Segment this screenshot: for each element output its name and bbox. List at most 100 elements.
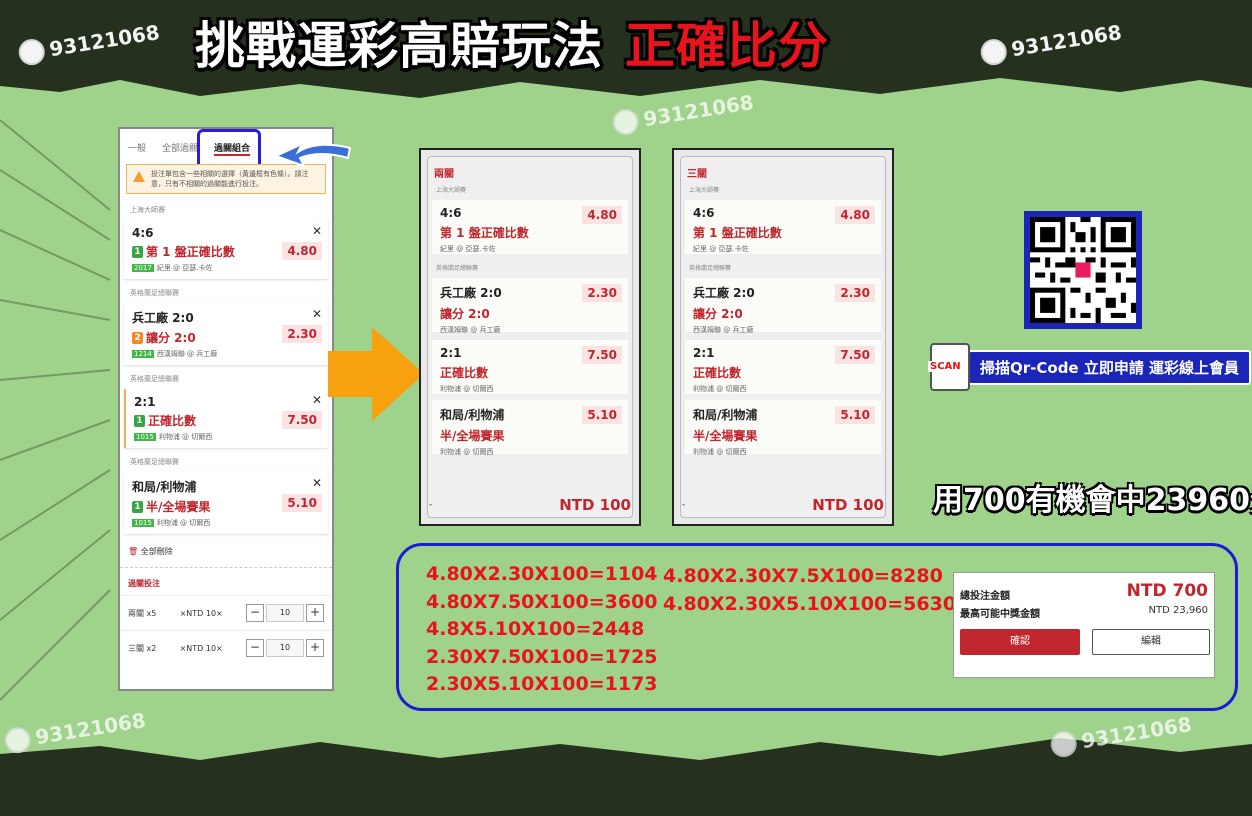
bet-selection: 和局/利物浦: [132, 480, 197, 494]
slip-total: NTD 100: [812, 496, 884, 514]
delete-all-button[interactable]: 🗑 全部刪除: [120, 540, 332, 563]
bet-odds: 5.10: [282, 494, 322, 512]
parlay-unit: ×NTD 10×: [179, 608, 223, 618]
parlay-row: 三關 x2 ×NTD 10× −10 +: [120, 630, 332, 665]
calc-line: 2.30X5.10X100=1173: [426, 673, 658, 695]
close-icon[interactable]: ✕: [312, 393, 322, 407]
minus-button[interactable]: −: [245, 639, 264, 657]
slip-odds: 5.10: [582, 406, 622, 424]
trash-icon: 🗑: [128, 547, 139, 556]
slip-body: 三關 上海大師賽 4:6 第 1 盤正確比數 紀里 @ 亞瑟.卡佐 4.80 英格蘭足…: [680, 156, 886, 518]
slip-odds: 5.10: [835, 406, 875, 424]
calc-line: 2.30X7.50X100=1725: [426, 645, 658, 668]
bet-market: 半/全場賽果: [146, 500, 211, 514]
quantity-input[interactable]: 10: [265, 604, 304, 622]
close-icon[interactable]: ✕: [312, 224, 322, 238]
qr-code[interactable]: [1024, 211, 1142, 329]
slip-odds: 4.80: [582, 206, 622, 224]
bet-number: 1: [132, 500, 143, 513]
slip-card: 4:6 第 1 盤正確比數 紀里 @ 亞瑟.卡佐 4.80: [432, 200, 628, 254]
max-win-value: NTD 23,960: [1148, 605, 1208, 616]
calc-line: 4.80X2.30X100=1104: [426, 563, 658, 585]
parlay-slip: 三關 上海大師賽 4:6 第 1 盤正確比數 紀里 @ 亞瑟.卡佐 4.80 英格蘭足…: [672, 148, 894, 526]
quantity-input[interactable]: 10: [265, 639, 304, 657]
slip-odds: 7.50: [835, 346, 875, 364]
bet-teams: 利物浦 @ 切爾西: [156, 519, 211, 527]
bet-odds: 7.50: [282, 411, 322, 429]
slip-card: 2:1 正確比數 利物浦 @ 切爾西 7.50: [685, 340, 881, 394]
bet-teams: 利物浦 @ 切爾西: [158, 433, 213, 441]
calc-line: 4.8X5.10X100=2448: [426, 618, 645, 640]
league-label: 英格蘭足總聯賽: [130, 375, 179, 383]
coin-icon: [16, 37, 47, 67]
coin-icon: [1048, 729, 1079, 759]
max-win-label: 最高可能中獎金額: [960, 609, 1040, 620]
slip-footer: - NTD 100: [429, 496, 631, 514]
tab-all-parlay[interactable]: 全部過關: [162, 141, 198, 156]
bet-teams: 西漢姆聯 @ 兵工廠: [156, 350, 218, 358]
title-main: 挑戰運彩高賠玩法: [195, 17, 603, 75]
bet-card: 2:1 ✕ 1 正確比數 7.50 1015 利物浦 @ 切爾西: [124, 389, 328, 448]
bet-market: 讓分 2:0: [146, 331, 196, 345]
divider: [120, 567, 332, 568]
slip-odds: 4.80: [835, 206, 875, 224]
slip-odds: 2.30: [835, 284, 875, 302]
coin-icon: [610, 107, 641, 137]
bet-market: 正確比數: [148, 414, 197, 428]
bet-card: 4:6 ✕ 1第 1 盤正確比數 4.80 2017 紀里 @ 亞瑟.卡佐: [124, 220, 328, 279]
parlay-unit: ×NTD 10×: [179, 643, 223, 653]
parlay-slip: 兩關 上海大師賽 4:6 第 1 盤正確比數 紀里 @ 亞瑟.卡佐 4.80 英格蘭足…: [419, 148, 641, 526]
bet-number: 1: [134, 414, 145, 427]
bet-number: 1: [132, 245, 143, 258]
slip-footer: - NTD 100: [682, 496, 884, 514]
close-icon[interactable]: ✕: [312, 476, 322, 490]
coin-icon: [2, 725, 33, 755]
win-headline: 用700有機會中23960元: [933, 483, 1252, 518]
qr-code-icon: [1030, 217, 1136, 323]
calc-list-left: 4.80X2.30X100=1104 4.80X7.50X100=3600 4.…: [426, 561, 658, 699]
calc-line: 4.80X7.50X100=3600: [426, 590, 658, 613]
slip-card: 兵工廠 2:0 讓分 2:0 西漢姆聯 @ 兵工廠 2.30: [432, 278, 628, 334]
parlay-section-title: 過關投注: [128, 579, 160, 588]
slip-odds: 2.30: [582, 284, 622, 302]
bet-card: 和局/利物浦 ✕ 1 半/全場賽果 5.10 1015 利物浦 @ 切爾西: [124, 472, 328, 534]
slip-card: 和局/利物浦 半/全場賽果 利物浦 @ 切爾西 5.10: [432, 400, 628, 456]
league-label: 上海大師賽: [689, 187, 720, 194]
calc-list-right: 4.80X2.30X7.5X100=8280 4.80X2.30X5.10X10…: [663, 563, 956, 618]
slip-card: 和局/利物浦 半/全場賽果 利物浦 @ 切爾西 5.10: [685, 400, 881, 456]
plus-button[interactable]: +: [305, 604, 324, 622]
league-label: 英格蘭足總聯賽: [130, 458, 179, 466]
slip-card: 4:6 第 1 盤正確比數 紀里 @ 亞瑟.卡佐 4.80: [685, 200, 881, 254]
bet-number: 2: [132, 331, 143, 344]
bet-selection: 4:6: [132, 226, 154, 240]
quantity-stepper: −10 +: [245, 639, 324, 657]
slip-card: 兵工廠 2:0 讓分 2:0 西漢姆聯 @ 兵工廠 2.30: [685, 278, 881, 334]
close-icon[interactable]: ✕: [312, 307, 322, 321]
league-label: 上海大師賽: [436, 187, 467, 194]
confirm-button[interactable]: 確認: [960, 629, 1080, 655]
phone-scan-icon: SCAN: [928, 343, 970, 391]
tab-single[interactable]: 一般: [128, 141, 146, 156]
quantity-stepper: −10 +: [245, 604, 324, 622]
calc-line: 4.80X2.30X7.5X100=8280: [663, 565, 943, 587]
league-label: 英格蘭足總聯賽: [689, 265, 732, 272]
right-arrow-icon: [328, 327, 424, 421]
slip-odds: 7.50: [582, 346, 622, 364]
coin-icon: [978, 37, 1009, 67]
edit-button[interactable]: 編輯: [1092, 629, 1210, 655]
parlay-label: 兩關 x5: [128, 608, 157, 618]
total-value: NTD 700: [1126, 581, 1208, 601]
league-label: 英格蘭足總聯賽: [130, 289, 179, 297]
scan-banner[interactable]: SCAN 掃描Qr-Code 立即申請 運彩線上會員: [928, 343, 1252, 391]
confirm-panel: 總投注金額 NTD 700 最高可能中獎金額 NTD 23,960 確認 編輯: [953, 572, 1215, 678]
slip-title: 兩關: [434, 169, 454, 180]
warning-icon: [133, 171, 145, 182]
total-label: 總投注金額: [960, 591, 1010, 602]
match-code: 1015: [132, 519, 154, 527]
minus-button[interactable]: −: [245, 604, 264, 622]
slip-total: NTD 100: [559, 496, 631, 514]
page-title: 挑戰運彩高賠玩法 正確比分: [195, 6, 829, 78]
plus-button[interactable]: +: [305, 639, 324, 657]
bet-selection: 兵工廠 2:0: [132, 311, 194, 325]
bet-odds: 4.80: [282, 242, 322, 260]
